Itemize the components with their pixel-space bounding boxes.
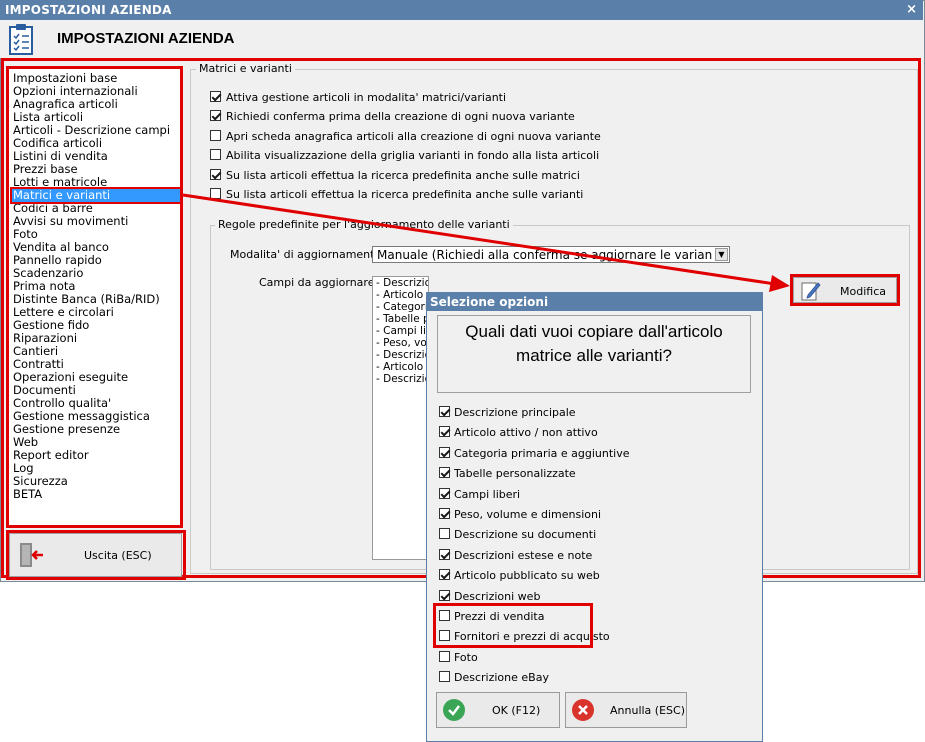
dialog-option-label: Campi liberi bbox=[454, 487, 521, 501]
dialog-option-checkbox[interactable] bbox=[439, 671, 450, 683]
dialog-option-label: Foto bbox=[454, 650, 478, 664]
dialog-option-checkbox[interactable] bbox=[439, 569, 450, 581]
ok-button-label: OK (F12) bbox=[492, 704, 541, 717]
cancel-x-icon bbox=[572, 699, 594, 721]
dialog-option-checkbox[interactable] bbox=[439, 528, 450, 540]
question-line-2: matrice alle varianti? bbox=[516, 346, 672, 365]
dialog-option-label: Descrizioni estese e note bbox=[454, 548, 593, 562]
dialog-option-label: Tabelle personalizzate bbox=[454, 467, 576, 481]
dialog-option-checkbox[interactable] bbox=[439, 589, 450, 601]
dialog-option-label: Articolo attivo / non attivo bbox=[454, 426, 598, 440]
cancel-button[interactable]: Annulla (ESC) bbox=[565, 692, 687, 728]
dialog-option-checkbox[interactable] bbox=[439, 467, 450, 479]
dialog-option-label: Descrizione eBay bbox=[454, 671, 549, 685]
dialog-option-row[interactable]: Descrizione su documenti bbox=[439, 528, 596, 541]
dialog-option-row[interactable]: Descrizioni web bbox=[439, 589, 541, 603]
question-box: Quali dati vuoi copiare dall'articolo ma… bbox=[437, 315, 751, 393]
question-text: Quali dati vuoi copiare dall'articolo ma… bbox=[438, 320, 750, 368]
options-dialog: Selezione opzioni Quali dati vuoi copiar… bbox=[426, 292, 763, 742]
dialog-option-label: Descrizioni web bbox=[454, 589, 541, 603]
dialog-option-label: Peso, volume e dimensioni bbox=[454, 508, 602, 521]
ok-button[interactable]: OK (F12) bbox=[436, 692, 560, 728]
dialog-option-checkbox[interactable] bbox=[439, 406, 450, 417]
dialog-titlebar: Selezione opzioni bbox=[427, 293, 762, 311]
dialog-option-row[interactable]: Peso, volume e dimensioni bbox=[439, 508, 601, 521]
dialog-option-label: Articolo pubblicato su web bbox=[454, 569, 600, 583]
dialog-option-checkbox[interactable] bbox=[439, 487, 450, 499]
cancel-button-label: Annulla (ESC) bbox=[610, 704, 685, 717]
dialog-option-checkbox[interactable] bbox=[439, 446, 450, 458]
dialog-option-row[interactable]: Tabelle personalizzate bbox=[439, 467, 576, 480]
prices-highlight bbox=[433, 603, 593, 648]
dialog-option-row[interactable]: Descrizioni estese e note bbox=[439, 548, 593, 562]
dialog-option-label: Descrizione principale bbox=[454, 406, 576, 419]
dialog-option-row[interactable]: Categoria primaria e aggiuntive bbox=[439, 446, 630, 460]
dialog-option-row[interactable]: Foto bbox=[439, 650, 478, 664]
dialog-option-checkbox[interactable] bbox=[439, 426, 450, 438]
dialog-option-label: Categoria primaria e aggiuntive bbox=[454, 446, 630, 460]
dialog-option-row[interactable]: Descrizione principale bbox=[439, 406, 576, 419]
dialog-option-row[interactable]: Articolo pubblicato su web bbox=[439, 569, 600, 582]
dialog-option-checkbox[interactable] bbox=[439, 508, 450, 519]
dialog-option-label: Descrizione su documenti bbox=[454, 528, 597, 542]
dialog-option-checkbox[interactable] bbox=[439, 548, 450, 560]
dialog-option-row[interactable]: Campi liberi bbox=[439, 487, 521, 501]
question-line-1: Quali dati vuoi copiare dall'articolo bbox=[465, 322, 723, 341]
dialog-option-row[interactable]: Descrizione eBay bbox=[439, 671, 549, 684]
dialog-option-row[interactable]: Articolo attivo / non attivo bbox=[439, 426, 598, 439]
check-icon bbox=[443, 699, 465, 721]
dialog-option-checkbox[interactable] bbox=[439, 650, 450, 662]
dialog-title: Selezione opzioni bbox=[430, 295, 549, 309]
